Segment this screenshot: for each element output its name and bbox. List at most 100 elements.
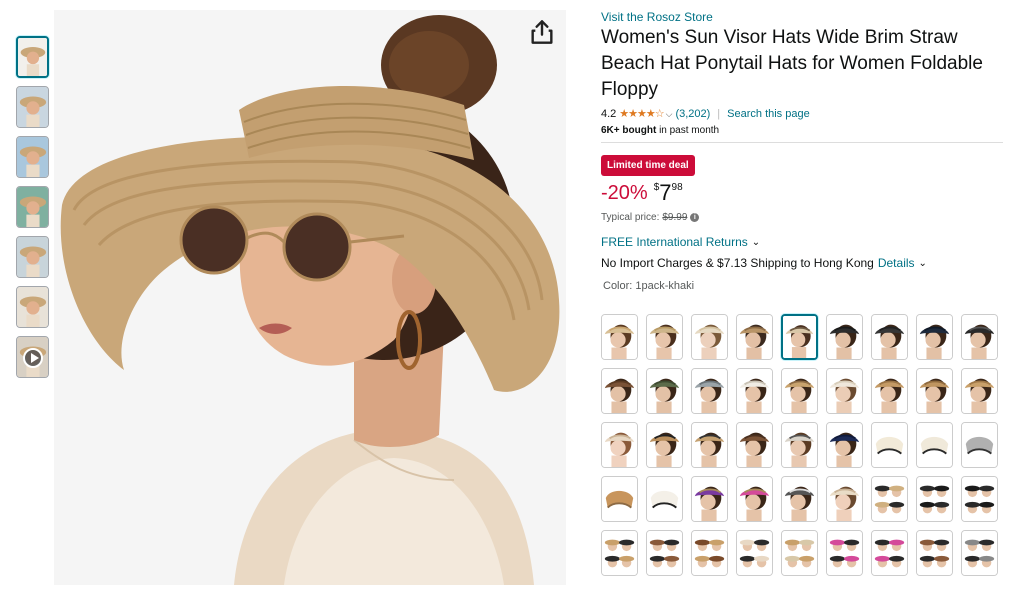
color-swatch[interactable] xyxy=(871,530,908,576)
shipping-text: No Import Charges & $7.13 Shipping to Ho… xyxy=(601,256,874,270)
swatch-picture xyxy=(827,423,862,467)
color-swatch[interactable] xyxy=(601,368,638,414)
color-swatch[interactable] xyxy=(691,530,728,576)
returns-link[interactable]: FREE International Returns ⌄ xyxy=(601,235,1005,249)
color-swatch[interactable] xyxy=(736,422,773,468)
color-swatch[interactable] xyxy=(646,314,683,360)
color-swatch[interactable] xyxy=(961,422,998,468)
color-label: Color: 1pack-khaki xyxy=(603,280,1005,292)
color-swatch[interactable] xyxy=(736,368,773,414)
share-button[interactable] xyxy=(530,20,554,44)
color-swatch[interactable] xyxy=(601,476,638,522)
swatch-picture xyxy=(917,369,952,413)
color-swatch[interactable] xyxy=(826,422,863,468)
color-label-key: Color: xyxy=(603,280,633,292)
swatch-picture xyxy=(602,315,637,359)
swatch-picture xyxy=(917,423,952,467)
swatch-picture xyxy=(827,531,862,575)
divider-bar: | xyxy=(717,108,721,120)
thumbnail-strip xyxy=(16,36,49,386)
swatch-picture xyxy=(692,531,727,575)
price-whole: 7 xyxy=(659,180,672,205)
color-swatch[interactable] xyxy=(871,314,908,360)
image-thumbnail[interactable] xyxy=(16,186,49,228)
color-swatch[interactable] xyxy=(601,530,638,576)
color-swatch[interactable] xyxy=(871,476,908,522)
color-swatch[interactable] xyxy=(781,476,818,522)
swatch-picture xyxy=(647,477,682,521)
color-swatch[interactable] xyxy=(871,422,908,468)
main-product-image[interactable] xyxy=(54,10,566,585)
color-swatch[interactable] xyxy=(736,476,773,522)
swatch-picture xyxy=(917,477,952,521)
color-swatch[interactable] xyxy=(691,476,728,522)
color-swatch[interactable] xyxy=(736,314,773,360)
image-thumbnail[interactable] xyxy=(16,286,49,328)
image-thumbnail[interactable] xyxy=(16,236,49,278)
color-swatch[interactable] xyxy=(646,422,683,468)
color-swatch[interactable] xyxy=(646,530,683,576)
color-swatch[interactable] xyxy=(691,368,728,414)
color-swatch[interactable] xyxy=(961,530,998,576)
swatch-picture xyxy=(782,531,817,575)
image-thumbnail[interactable] xyxy=(16,136,49,178)
swatch-picture xyxy=(737,315,772,359)
color-swatch[interactable] xyxy=(736,530,773,576)
swatch-picture xyxy=(737,369,772,413)
color-swatch[interactable] xyxy=(691,314,728,360)
color-swatch[interactable] xyxy=(646,368,683,414)
color-swatch[interactable] xyxy=(961,476,998,522)
color-swatch[interactable] xyxy=(646,476,683,522)
color-swatch[interactable] xyxy=(826,530,863,576)
returns-label[interactable]: FREE International Returns xyxy=(601,235,748,249)
swatch-picture xyxy=(602,369,637,413)
color-swatch[interactable] xyxy=(961,314,998,360)
chevron-down-icon[interactable]: ⌵ xyxy=(666,107,673,121)
ratings-count-link[interactable]: (3,202) xyxy=(675,107,710,121)
color-swatch[interactable] xyxy=(916,530,953,576)
shipping-details-link[interactable]: Details xyxy=(878,256,915,270)
color-swatch[interactable] xyxy=(781,530,818,576)
image-thumbnail[interactable] xyxy=(16,36,49,78)
product-photo xyxy=(54,10,566,585)
chevron-down-icon[interactable]: ⌄ xyxy=(919,258,927,269)
search-page-link[interactable]: Search this page xyxy=(727,107,810,121)
star-rating-icon[interactable]: ★★★★☆ xyxy=(619,107,664,121)
color-swatch[interactable] xyxy=(826,314,863,360)
color-swatch[interactable] xyxy=(601,422,638,468)
video-thumbnail[interactable] xyxy=(16,336,49,378)
swatch-picture xyxy=(692,369,727,413)
info-icon[interactable]: i xyxy=(690,213,700,222)
color-swatch[interactable] xyxy=(916,368,953,414)
swatch-picture xyxy=(962,315,997,359)
swatch-picture xyxy=(962,531,997,575)
play-icon[interactable] xyxy=(23,348,43,368)
color-swatch[interactable] xyxy=(916,422,953,468)
color-swatch[interactable] xyxy=(916,476,953,522)
color-swatch[interactable] xyxy=(781,368,818,414)
color-swatch[interactable] xyxy=(601,314,638,360)
typical-price-label: Typical price: xyxy=(601,212,660,223)
color-swatch[interactable] xyxy=(691,422,728,468)
color-swatch[interactable] xyxy=(826,476,863,522)
chevron-down-icon[interactable]: ⌄ xyxy=(752,237,760,248)
color-swatch[interactable] xyxy=(916,314,953,360)
color-swatch[interactable] xyxy=(961,368,998,414)
color-swatch[interactable] xyxy=(781,314,818,360)
product-info: Visit the Rosoz Store Women's Sun Visor … xyxy=(601,10,1005,292)
color-swatch[interactable] xyxy=(781,422,818,468)
color-swatch[interactable] xyxy=(826,368,863,414)
thumbnail-picture xyxy=(18,38,47,76)
rating-value: 4.2 xyxy=(601,108,617,120)
swatch-picture xyxy=(872,531,907,575)
store-link[interactable]: Visit the Rosoz Store xyxy=(601,10,1005,24)
discount-percent: -20% xyxy=(601,182,648,204)
share-icon xyxy=(531,20,553,44)
swatch-picture xyxy=(962,477,997,521)
color-swatch[interactable] xyxy=(871,368,908,414)
thumbnail-picture xyxy=(17,137,48,177)
swatch-picture xyxy=(872,315,907,359)
bought-count-bold: 6K+ bought xyxy=(601,125,657,136)
deal-badge: Limited time deal xyxy=(601,155,695,176)
image-thumbnail[interactable] xyxy=(16,86,49,128)
